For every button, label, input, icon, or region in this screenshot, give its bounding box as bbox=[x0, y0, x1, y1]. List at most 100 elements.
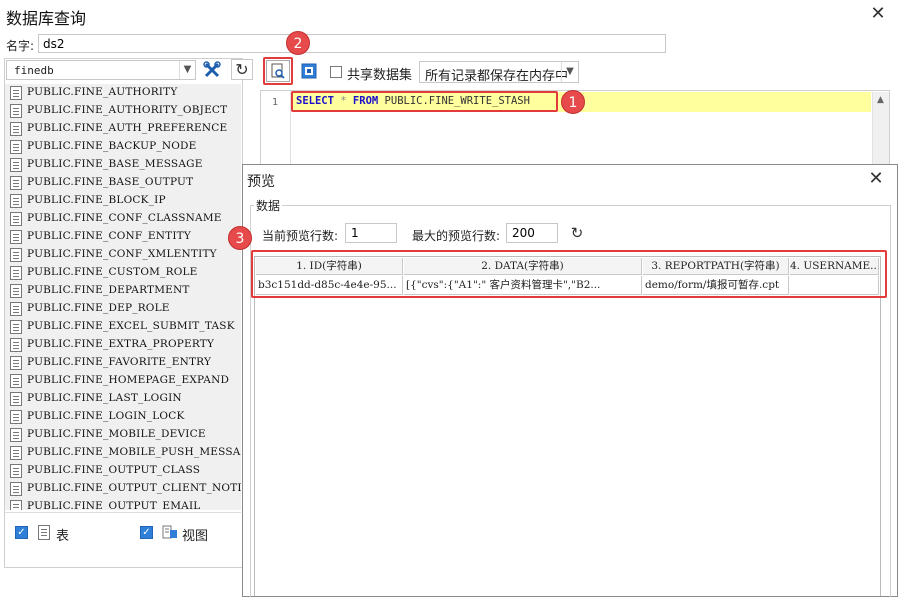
table-icon bbox=[10, 410, 22, 424]
preview-highlight-box bbox=[263, 57, 293, 85]
table-icon bbox=[10, 356, 22, 370]
show-views-checkbox[interactable]: ✓ bbox=[140, 526, 153, 539]
table-name: PUBLIC.FINE_AUTHORITY_OBJECT bbox=[27, 104, 228, 116]
table-list-item[interactable]: PUBLIC.FINE_OUTPUT_CLASS bbox=[5, 462, 241, 480]
table-list-item[interactable]: PUBLIC.FINE_LOGIN_LOCK bbox=[5, 408, 241, 426]
table-icon bbox=[10, 320, 22, 334]
table-list-item[interactable]: PUBLIC.FINE_CONF_CLASSNAME bbox=[5, 210, 241, 228]
memory-mode-select[interactable]: 所有记录都保存在内存中 ▼ bbox=[419, 61, 579, 84]
table-name: PUBLIC.FINE_DEP_ROLE bbox=[27, 302, 170, 314]
table-icon bbox=[10, 392, 22, 406]
table-list-item[interactable]: PUBLIC.FINE_OUTPUT_EMAIL bbox=[5, 498, 241, 510]
step-badge-2: 2 bbox=[286, 31, 310, 55]
show-views-label: 视图 bbox=[182, 529, 209, 544]
table-list-item[interactable]: PUBLIC.FINE_DEP_ROLE bbox=[5, 300, 241, 318]
table-name: PUBLIC.FINE_MOBILE_PUSH_MESSAGE bbox=[27, 446, 241, 458]
window-title: 数据库查询 bbox=[6, 9, 87, 28]
current-rows-field[interactable] bbox=[345, 223, 397, 243]
table-list-item[interactable]: PUBLIC.FINE_EXCEL_SUBMIT_TASK bbox=[5, 318, 241, 336]
chevron-down-icon: ▼ bbox=[561, 62, 578, 82]
parameter-icon[interactable] bbox=[301, 63, 317, 79]
show-tables-label: 表 bbox=[56, 529, 70, 544]
table-icon bbox=[10, 446, 22, 460]
wrench-icon[interactable] bbox=[201, 59, 223, 80]
table-icon bbox=[10, 176, 22, 190]
table-icon bbox=[10, 374, 22, 388]
table-list-item[interactable]: PUBLIC.FINE_DEPARTMENT bbox=[5, 282, 241, 300]
table-name: PUBLIC.FINE_BASE_OUTPUT bbox=[27, 176, 194, 188]
close-icon[interactable]: ✕ bbox=[866, 4, 890, 26]
refresh-icon[interactable]: ↻ bbox=[231, 59, 253, 80]
show-tables-checkbox[interactable]: ✓ bbox=[15, 526, 28, 539]
table-icon bbox=[10, 86, 22, 100]
refresh-icon[interactable]: ↻ bbox=[568, 224, 586, 242]
result-highlight-box bbox=[251, 250, 887, 298]
table-name: PUBLIC.FINE_OUTPUT_CLASS bbox=[27, 464, 201, 476]
table-list-item[interactable]: PUBLIC.FINE_BASE_MESSAGE bbox=[5, 156, 241, 174]
table-list-item[interactable]: PUBLIC.FINE_AUTH_PREFERENCE bbox=[5, 120, 241, 138]
table-list-item[interactable]: PUBLIC.FINE_CONF_XMLENTITY bbox=[5, 246, 241, 264]
table-list-item[interactable]: PUBLIC.FINE_BACKUP_NODE bbox=[5, 138, 241, 156]
name-input[interactable] bbox=[38, 34, 666, 53]
step-badge-3: 3 bbox=[228, 226, 252, 250]
table-icon bbox=[10, 248, 22, 262]
sql-highlight-box bbox=[291, 91, 558, 112]
table-list-item[interactable]: PUBLIC.FINE_HOMEPAGE_EXPAND bbox=[5, 372, 241, 390]
view-icon bbox=[162, 524, 178, 540]
table-icon bbox=[10, 338, 22, 352]
table-icon bbox=[10, 158, 22, 172]
table-name: PUBLIC.FINE_HOMEPAGE_EXPAND bbox=[27, 374, 230, 386]
table-icon bbox=[10, 212, 22, 226]
table-icon bbox=[10, 302, 22, 316]
table-icon bbox=[10, 284, 22, 298]
max-rows-label: 最大的预览行数: bbox=[412, 229, 501, 243]
table-list-item[interactable]: PUBLIC.FINE_OUTPUT_CLIENT_NOTICE bbox=[5, 480, 241, 498]
current-rows-label: 当前预览行数: bbox=[262, 229, 339, 243]
table-name: PUBLIC.FINE_CONF_ENTITY bbox=[27, 230, 192, 242]
line-number: 1 bbox=[272, 97, 279, 108]
step-badge-1: 1 bbox=[561, 90, 585, 114]
table-list-item[interactable]: PUBLIC.FINE_FAVORITE_ENTRY bbox=[5, 354, 241, 372]
table-list-item[interactable]: PUBLIC.FINE_EXTRA_PROPERTY bbox=[5, 336, 241, 354]
scroll-up-icon[interactable]: ▲ bbox=[872, 92, 889, 108]
database-query-window: 数据库查询 ✕ 名字: finedb ▼ ↻ PUBLIC.FINE_AUTHO… bbox=[0, 0, 898, 597]
table-name: PUBLIC.FINE_OUTPUT_EMAIL bbox=[27, 500, 201, 510]
table-list-item[interactable]: PUBLIC.FINE_CONF_ENTITY bbox=[5, 228, 241, 246]
table-name: PUBLIC.FINE_LOGIN_LOCK bbox=[27, 410, 185, 422]
table-icon bbox=[10, 266, 22, 280]
table-name: PUBLIC.FINE_AUTHORITY bbox=[27, 86, 178, 98]
table-list-item[interactable]: PUBLIC.FINE_LAST_LOGIN bbox=[5, 390, 241, 408]
table-list-item[interactable]: PUBLIC.FINE_AUTHORITY_OBJECT bbox=[5, 102, 241, 120]
table-list-item[interactable]: PUBLIC.FINE_MOBILE_DEVICE bbox=[5, 426, 241, 444]
chevron-down-icon: ▼ bbox=[179, 61, 195, 79]
share-dataset-checkbox[interactable] bbox=[330, 66, 342, 78]
table-list-item[interactable]: PUBLIC.FINE_AUTHORITY bbox=[5, 84, 241, 102]
table-icon bbox=[38, 525, 50, 540]
table-list-item[interactable]: PUBLIC.FINE_BLOCK_IP bbox=[5, 192, 241, 210]
table-icon bbox=[10, 122, 22, 136]
table-icon bbox=[10, 194, 22, 208]
table-name: PUBLIC.FINE_EXCEL_SUBMIT_TASK bbox=[27, 320, 235, 332]
table-list-item[interactable]: PUBLIC.FINE_MOBILE_PUSH_MESSAGE bbox=[5, 444, 241, 462]
preview-dialog-title: 预览 bbox=[247, 174, 275, 190]
table-list-item[interactable]: PUBLIC.FINE_BASE_OUTPUT bbox=[5, 174, 241, 192]
name-label: 名字: bbox=[6, 39, 35, 53]
table-icon bbox=[10, 482, 22, 496]
table-icon bbox=[10, 500, 22, 510]
table-icon bbox=[10, 104, 22, 118]
table-name: PUBLIC.FINE_AUTH_PREFERENCE bbox=[27, 122, 228, 134]
table-name: PUBLIC.FINE_LAST_LOGIN bbox=[27, 392, 182, 404]
data-group-label: 数据 bbox=[254, 197, 283, 214]
close-icon[interactable]: ✕ bbox=[864, 168, 888, 190]
table-name: PUBLIC.FINE_DEPARTMENT bbox=[27, 284, 190, 296]
table-name: PUBLIC.FINE_BACKUP_NODE bbox=[27, 140, 197, 152]
table-name: PUBLIC.FINE_FAVORITE_ENTRY bbox=[27, 356, 212, 368]
table-name: PUBLIC.FINE_CONF_CLASSNAME bbox=[27, 212, 222, 224]
database-select[interactable]: finedb ▼ bbox=[6, 60, 196, 80]
table-icon bbox=[10, 230, 22, 244]
table-list-item[interactable]: PUBLIC.FINE_CUSTOM_ROLE bbox=[5, 264, 241, 282]
database-select-value: finedb bbox=[14, 64, 54, 77]
table-icon bbox=[10, 428, 22, 442]
table-icon bbox=[10, 140, 22, 154]
max-rows-field[interactable] bbox=[506, 223, 558, 243]
